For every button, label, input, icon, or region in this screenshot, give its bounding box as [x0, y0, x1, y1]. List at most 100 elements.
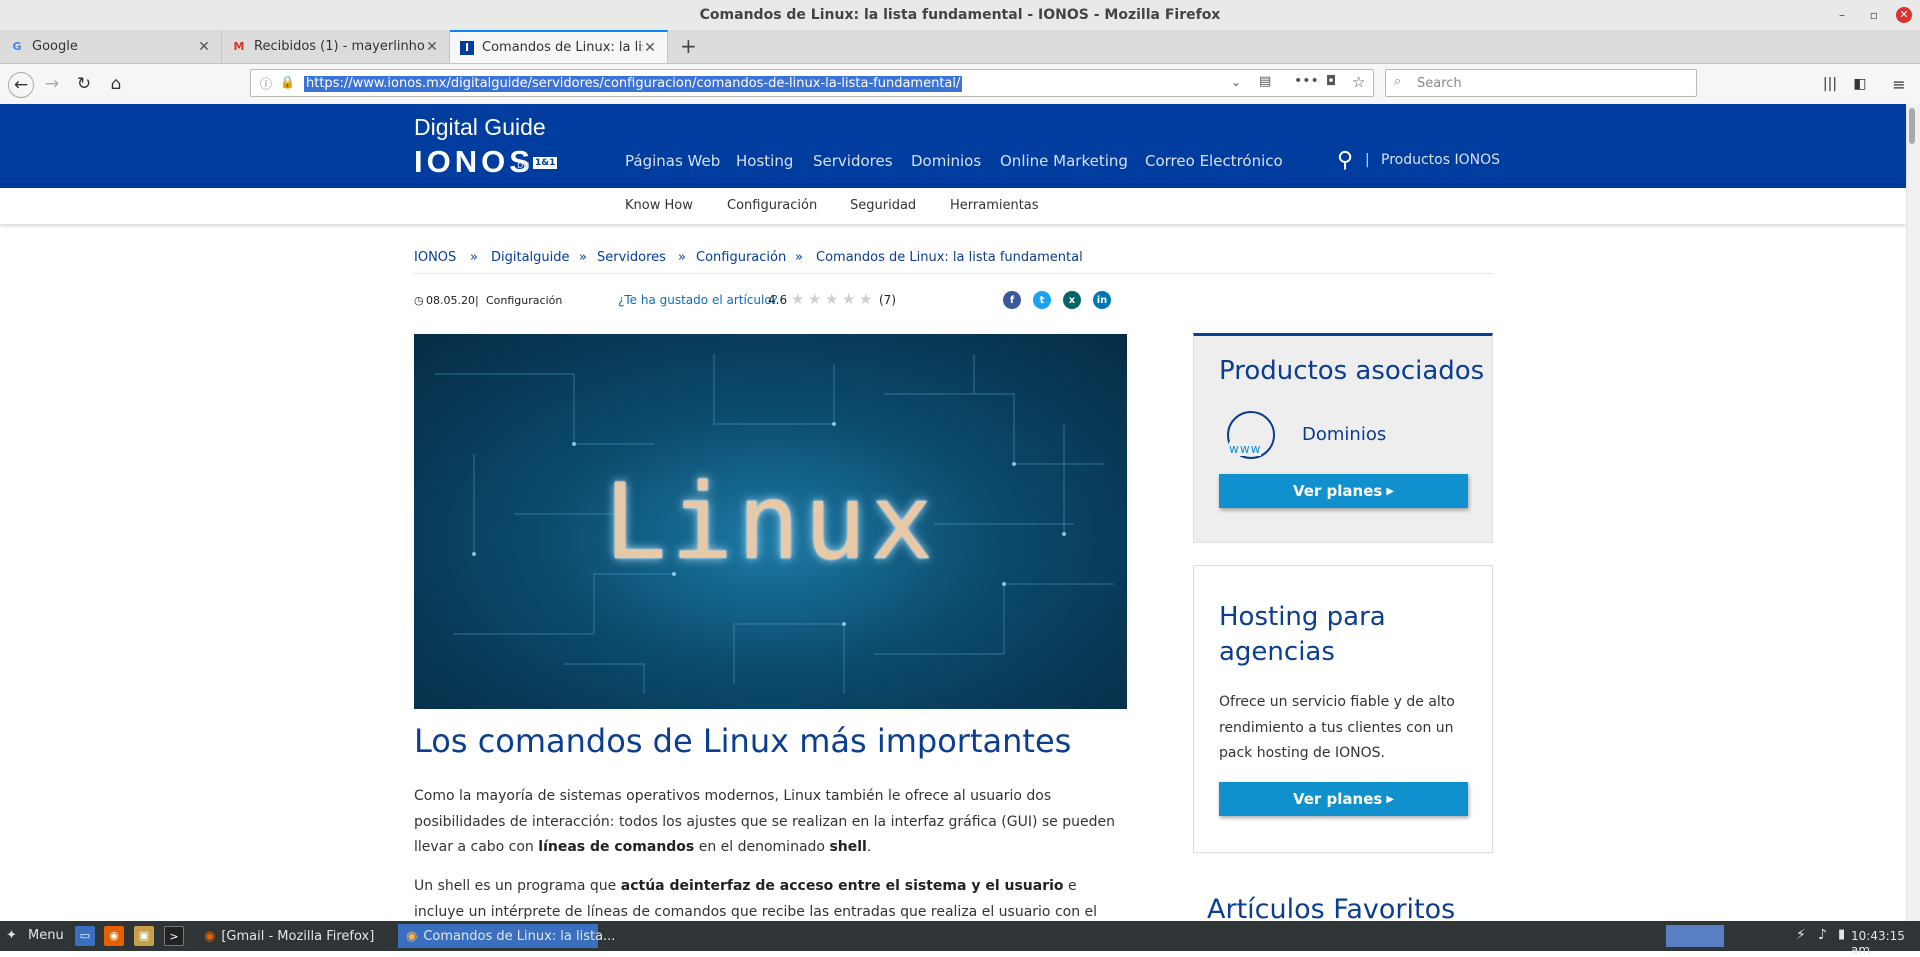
article-date: 08.05.20 — [426, 294, 475, 307]
close-window-icon[interactable]: ✕ — [1896, 7, 1912, 23]
tab-gmail[interactable]: M Recibidos (1) - mayerlinhorti ✕ — [222, 30, 450, 63]
sub-navigation: Know How Configuración Seguridad Herrami… — [0, 188, 1906, 224]
reader-view-icon[interactable]: ▤ — [1259, 74, 1271, 89]
breadcrumb-separator: » — [678, 250, 686, 265]
scrollbar-thumb[interactable] — [1909, 108, 1915, 144]
brand-1and1-badge: 1&1 — [533, 157, 558, 169]
lock-icon: 🔒 — [280, 75, 295, 89]
tab-ionos[interactable]: I Comandos de Linux: la lista ✕ — [450, 30, 668, 63]
hamburger-menu-icon[interactable]: ≡ — [1887, 72, 1911, 96]
nav-paginas-web[interactable]: Páginas Web — [625, 152, 720, 170]
subnav-configuracion[interactable]: Configuración — [727, 198, 817, 213]
workspace-switcher[interactable] — [1666, 925, 1724, 947]
linkedin-icon[interactable]: in — [1093, 291, 1111, 309]
subnav-seguridad[interactable]: Seguridad — [850, 198, 916, 213]
home-icon[interactable]: ⌂ — [104, 72, 128, 96]
nav-online-marketing[interactable]: Online Marketing — [1000, 152, 1128, 170]
info-icon[interactable]: ⓘ — [260, 75, 272, 92]
window-titlebar: Comandos de Linux: la lista fundamental … — [0, 0, 1920, 30]
page-actions-icon[interactable]: ••• — [1294, 73, 1319, 89]
dominios-product-link[interactable]: Dominios — [1302, 424, 1386, 445]
breadcrumb-servidores[interactable]: Servidores — [597, 250, 666, 265]
twitter-icon[interactable]: t — [1033, 291, 1051, 309]
search-placeholder: Search — [1417, 76, 1462, 91]
breadcrumb-configuracion[interactable]: Configuración — [696, 250, 786, 265]
hero-linux-text: Linux — [603, 460, 938, 583]
firefox-icon: ◉ — [406, 928, 418, 944]
star-icon[interactable]: ★ — [825, 290, 838, 308]
breadcrumb-divider — [414, 273, 1494, 274]
tab-google[interactable]: G Google ✕ — [0, 30, 222, 63]
subnav-know-how[interactable]: Know How — [625, 198, 693, 213]
caret-right-icon: ▶ — [1386, 485, 1395, 497]
tab-title: Recibidos (1) - mayerlinhorti — [254, 39, 425, 54]
terminal-launcher-icon[interactable]: > — [164, 926, 184, 946]
url-text[interactable]: https://www.ionos.mx/digitalguide/servid… — [304, 76, 963, 92]
card-description: Ofrece un servicio fiable y de alto rend… — [1219, 694, 1455, 761]
tab-title: Google — [32, 39, 78, 54]
nav-hosting[interactable]: Hosting — [736, 152, 793, 170]
productos-asociados-card: Productos asociados www Dominios Ver pla… — [1193, 333, 1493, 543]
google-favicon-icon: G — [12, 40, 22, 53]
pocket-icon[interactable]: ◘ — [1326, 74, 1336, 89]
subnav-herramientas[interactable]: Herramientas — [950, 198, 1039, 213]
forward-icon[interactable]: → — [40, 72, 64, 96]
ionos-favicon-icon: I — [460, 40, 474, 55]
show-desktop-icon[interactable]: ▭ — [75, 926, 95, 946]
gmail-favicon-icon: M — [233, 40, 245, 53]
xing-icon[interactable]: x — [1063, 291, 1081, 309]
star-icon[interactable]: ★ — [859, 290, 872, 308]
breadcrumb-ionos[interactable]: IONOS — [414, 250, 456, 265]
menu-button[interactable]: Menu — [28, 928, 64, 943]
search-bar[interactable]: ⌕ Search — [1385, 69, 1697, 97]
window-title: Comandos de Linux: la lista fundamental … — [699, 7, 1221, 23]
ver-planes-button[interactable]: Ver planes ▶ — [1219, 782, 1468, 816]
reload-icon[interactable]: ↻ — [72, 72, 96, 96]
star-icon[interactable]: ★ — [808, 290, 821, 308]
brand-digital-guide[interactable]: Digital Guide — [414, 114, 546, 141]
dropdown-chevron-icon[interactable]: ⌄ — [1231, 75, 1241, 89]
ionos-logo[interactable]: IONOS — [414, 144, 534, 180]
new-tab-icon[interactable]: + — [680, 34, 697, 58]
close-tab-icon[interactable]: ✕ — [643, 40, 657, 56]
taskbar-clock[interactable]: 10:43:15 am — [1851, 929, 1920, 957]
nav-dominios[interactable]: Dominios — [911, 152, 981, 170]
site-header: Digital Guide IONOS by 1&1 Páginas Web H… — [0, 104, 1906, 188]
back-icon[interactable]: ← — [8, 72, 34, 98]
star-icon[interactable]: ★ — [842, 290, 855, 308]
button-label: Ver planes — [1292, 790, 1383, 808]
www-icon-text: www — [1229, 442, 1262, 456]
library-icon[interactable]: ||| — [1818, 72, 1842, 96]
minimize-icon[interactable]: – — [1834, 7, 1850, 23]
article-category[interactable]: Configuración — [486, 294, 562, 307]
nav-correo-electronico[interactable]: Correo Electrónico — [1145, 152, 1283, 170]
taskbar-task-ionos[interactable]: ◉ Comandos de Linux: la lista... — [398, 924, 615, 948]
battery-icon[interactable]: ▮ — [1838, 927, 1845, 942]
hero-image: Linux — [414, 334, 1127, 709]
rating-value: 4.6 — [768, 293, 788, 307]
maximize-icon[interactable]: ▫ — [1866, 7, 1882, 23]
taskbar-task-gmail[interactable]: ◉ [Gmail - Mozilla Firefox] — [196, 924, 396, 948]
page-scrollbar[interactable] — [1906, 104, 1920, 921]
productos-ionos-link[interactable]: Productos IONOS — [1381, 152, 1500, 168]
network-icon[interactable]: ⚡ — [1796, 927, 1806, 943]
breadcrumb-digitalguide[interactable]: Digitalguide — [491, 250, 570, 265]
sidebar-toggle-icon[interactable]: ◧ — [1848, 72, 1872, 96]
search-icon[interactable]: ⚲ — [1337, 148, 1353, 173]
close-tab-icon[interactable]: ✕ — [425, 39, 439, 55]
tab-title: Comandos de Linux: la lista — [482, 40, 643, 55]
breadcrumb-separator: » — [795, 250, 803, 265]
nav-servidores[interactable]: Servidores — [813, 152, 893, 170]
close-tab-icon[interactable]: ✕ — [197, 39, 211, 55]
facebook-icon[interactable]: f — [1003, 291, 1021, 309]
star-icon[interactable]: ★ — [791, 290, 804, 308]
firefox-launcher-icon[interactable]: ◉ — [104, 926, 124, 946]
search-icon: ⌕ — [1394, 74, 1402, 89]
files-launcher-icon[interactable]: ▣ — [134, 926, 154, 946]
url-bar[interactable]: ⓘ 🔒 https://www.ionos.mx/digitalguide/se… — [250, 69, 1374, 97]
volume-icon[interactable]: ♪ — [1818, 927, 1827, 943]
meta-separator: | — [475, 294, 479, 307]
bookmark-star-icon[interactable]: ☆ — [1352, 73, 1365, 91]
ver-planes-button[interactable]: Ver planes ▶ — [1219, 474, 1468, 508]
mint-menu-icon[interactable]: ✦ — [6, 928, 17, 943]
